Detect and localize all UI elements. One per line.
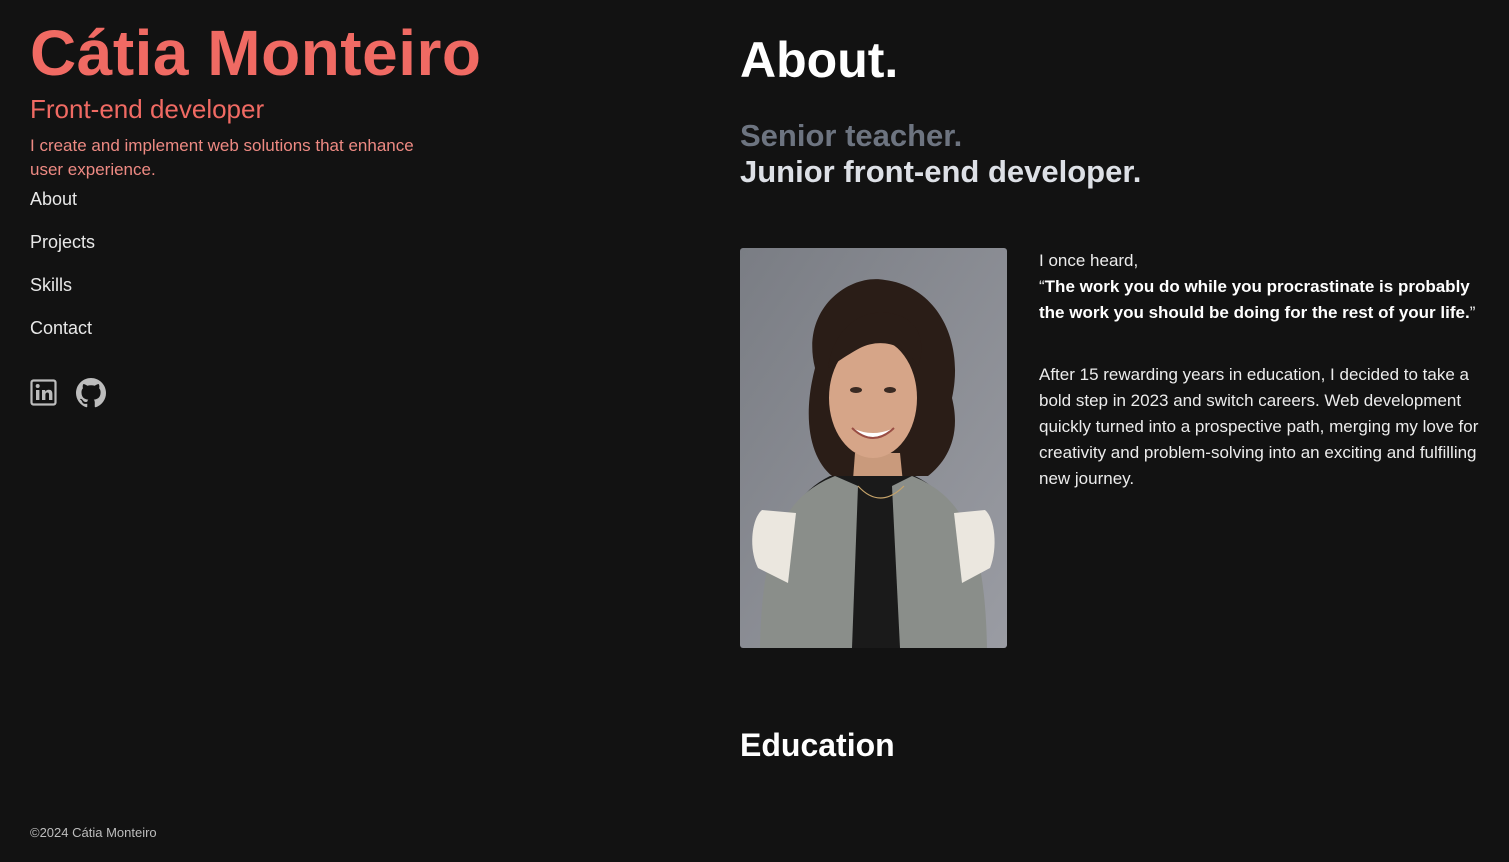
bio-paragraph: After 15 rewarding years in education, I… bbox=[1039, 365, 1479, 488]
nav-link-projects[interactable]: Projects bbox=[30, 231, 95, 253]
bio-intro: I once heard, bbox=[1039, 251, 1139, 270]
github-icon bbox=[76, 378, 106, 408]
site-owner-name[interactable]: Cátia Monteiro bbox=[30, 14, 590, 92]
nav-link-skills[interactable]: Skills bbox=[30, 274, 72, 296]
page: Cátia Monteiro Front-end developer I cre… bbox=[0, 0, 1509, 862]
nav-item: Skills bbox=[30, 274, 590, 317]
bio-quote: The work you do while you procrastinate … bbox=[1039, 277, 1470, 322]
portrait-illustration bbox=[740, 248, 1007, 648]
github-link[interactable] bbox=[76, 378, 106, 408]
linkedin-icon bbox=[30, 379, 57, 406]
quote-close-mark: ” bbox=[1469, 303, 1476, 322]
linkedin-link[interactable] bbox=[30, 378, 59, 407]
nav-link-contact[interactable]: Contact bbox=[30, 317, 92, 339]
footer-copyright: ©2024 Cátia Monteiro bbox=[30, 825, 157, 840]
profile-photo bbox=[740, 248, 1007, 648]
education-heading: Education bbox=[740, 727, 895, 763]
social-links bbox=[30, 378, 590, 408]
subtitle-senior-teacher: Senior teacher. bbox=[740, 118, 963, 153]
bio-text: I once heard, “The work you do while you… bbox=[1039, 248, 1489, 492]
sidebar: Cátia Monteiro Front-end developer I cre… bbox=[30, 14, 590, 408]
nav-item: Projects bbox=[30, 231, 590, 274]
about-row: I once heard, “The work you do while you… bbox=[740, 248, 1490, 648]
section-title: About. bbox=[740, 32, 899, 88]
nav-item: About bbox=[30, 188, 590, 231]
main-nav: About Projects Skills Contact bbox=[30, 188, 590, 360]
nav-item: Contact bbox=[30, 317, 590, 360]
role-heading: Front-end developer bbox=[30, 94, 265, 124]
nav-link-about[interactable]: About bbox=[30, 188, 77, 210]
subtitle-junior-developer: Junior front-end developer. bbox=[740, 154, 1142, 189]
bio-quote-block: “The work you do while you procrastinate… bbox=[1039, 274, 1489, 326]
about-section: About. Senior teacher. Junior front-end … bbox=[740, 30, 1490, 763]
tagline: I create and implement web solutions tha… bbox=[30, 136, 414, 179]
